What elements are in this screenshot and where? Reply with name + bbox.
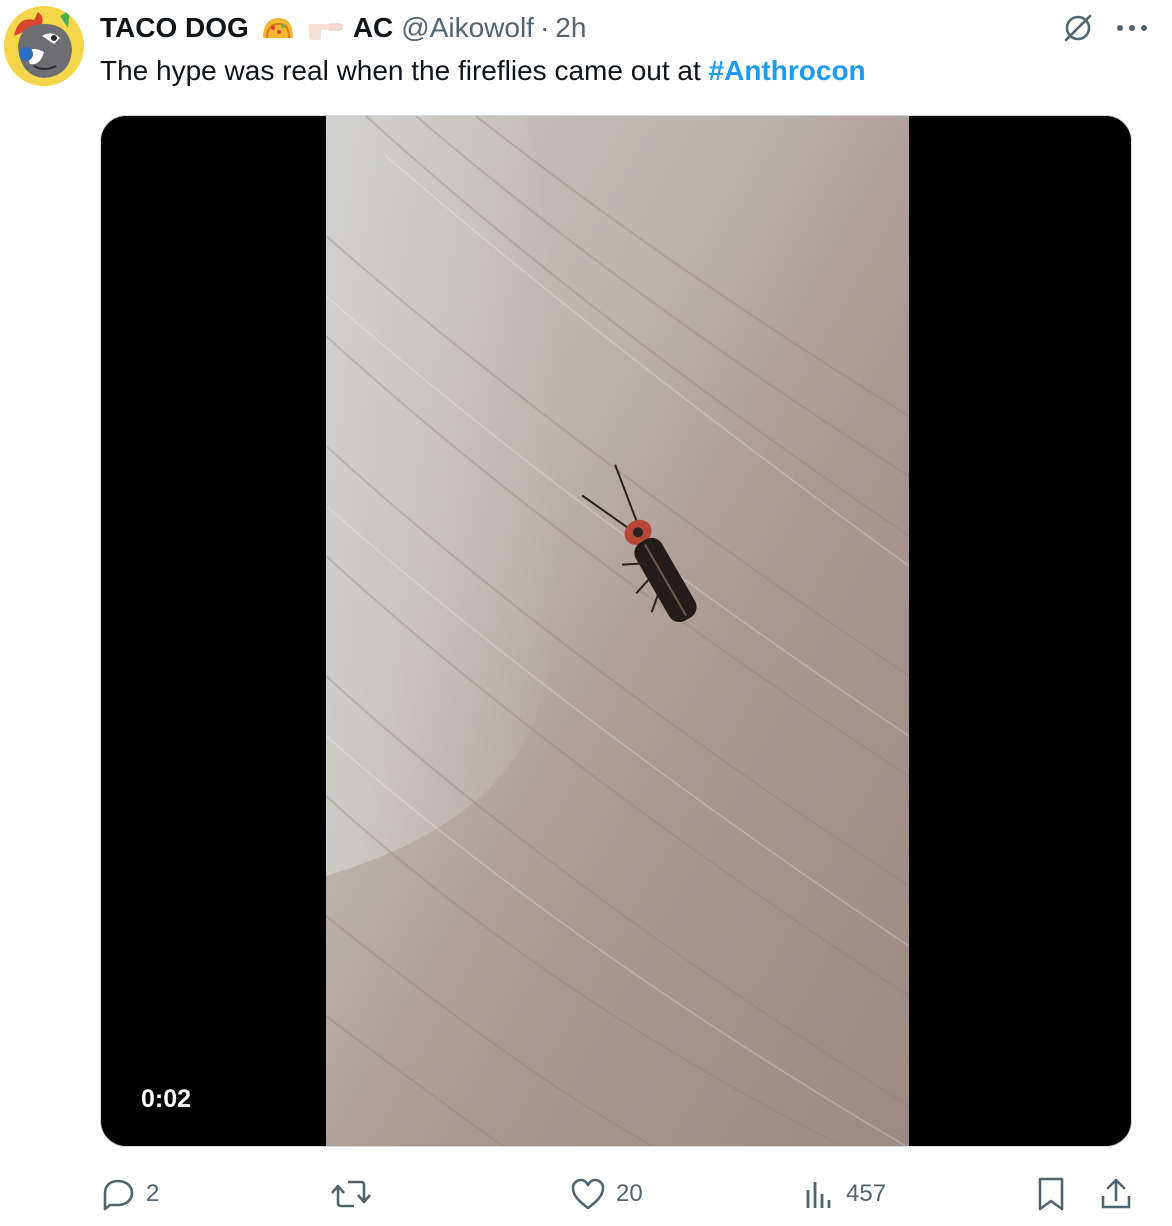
reply-count: 2 xyxy=(146,1180,160,1207)
avatar-image xyxy=(4,6,84,86)
video-frame xyxy=(326,116,909,1146)
like-button[interactable]: 20 xyxy=(570,1172,643,1216)
tweet-text: The hype was real when the fireflies cam… xyxy=(100,52,866,90)
share-icon xyxy=(1101,1178,1131,1209)
reply-icon xyxy=(103,1179,134,1211)
tweet: TACO DOG AC @Aikowolf · 2h The hype was … xyxy=(0,0,1172,1226)
pointing-hand-emoji-icon xyxy=(307,14,343,42)
more-button[interactable] xyxy=(1112,8,1152,48)
display-name-suffix[interactable]: AC xyxy=(353,12,393,44)
slashed-circle-icon xyxy=(1064,14,1092,42)
separator-dot: · xyxy=(539,12,550,43)
tweet-actions: 2 20 457 xyxy=(100,1172,1140,1216)
grok-button[interactable] xyxy=(1058,8,1098,48)
analytics-icon xyxy=(806,1182,831,1208)
bookmark-button[interactable] xyxy=(1036,1172,1066,1216)
timestamp[interactable]: 2h xyxy=(555,12,586,44)
view-count: 457 xyxy=(846,1180,887,1207)
tweet-top-actions xyxy=(1058,8,1152,48)
heart-icon xyxy=(571,1178,605,1210)
user-handle[interactable]: @Aikowolf xyxy=(401,12,534,44)
avatar[interactable] xyxy=(4,6,84,86)
display-name[interactable]: TACO DOG xyxy=(100,12,249,44)
firefly-video-still xyxy=(326,116,909,1146)
taco-emoji-icon xyxy=(259,14,297,42)
reply-button[interactable]: 2 xyxy=(100,1172,159,1216)
hashtag-link[interactable]: #Anthrocon xyxy=(709,55,866,86)
bookmark-icon xyxy=(1038,1177,1064,1211)
views-button[interactable]: 457 xyxy=(804,1172,886,1216)
repost-button[interactable] xyxy=(330,1172,382,1216)
like-count: 20 xyxy=(616,1180,643,1207)
video-player[interactable]: 0:02 xyxy=(100,115,1132,1147)
video-duration: 0:02 xyxy=(141,1085,192,1113)
repost-icon xyxy=(331,1180,371,1208)
more-icon xyxy=(1117,25,1147,31)
tweet-header: TACO DOG AC @Aikowolf · 2h xyxy=(100,8,586,48)
share-button[interactable] xyxy=(1098,1172,1134,1216)
tweet-text-body: The hype was real when the fireflies cam… xyxy=(100,55,709,86)
